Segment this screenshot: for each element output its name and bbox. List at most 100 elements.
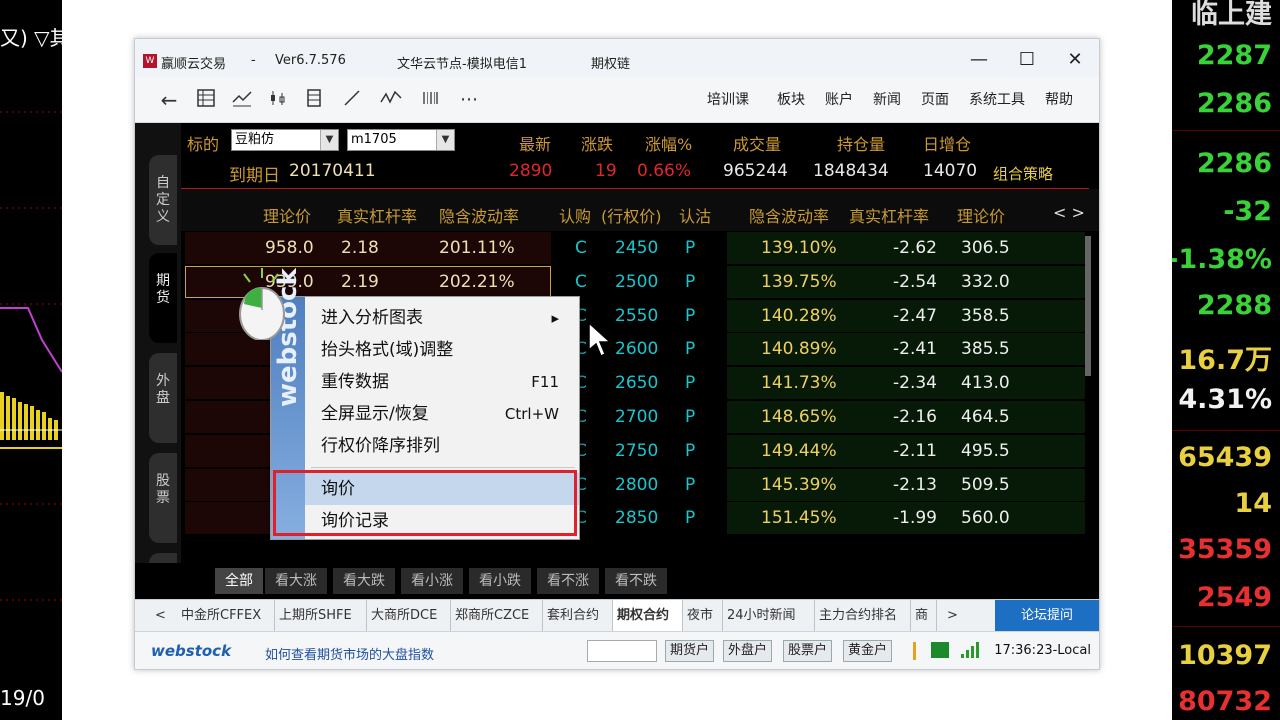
line-chart-icon[interactable] xyxy=(229,88,255,112)
menu-item-strike-descending[interactable]: 行权价降序排列 xyxy=(305,430,579,462)
custom-icon[interactable] xyxy=(301,88,327,112)
table-scrollbar[interactable] xyxy=(1085,236,1091,376)
call-leverage: 2.19 xyxy=(341,272,379,292)
market-tab[interactable]: 上期所SHFE xyxy=(275,600,367,631)
call-marker: C xyxy=(575,272,587,292)
filter-button[interactable]: 看小涨 xyxy=(401,568,463,594)
futures-account-button[interactable]: 期货户 xyxy=(665,640,715,662)
market-tab[interactable]: 期权合约 xyxy=(613,600,683,631)
put-leverage: -2.34 xyxy=(893,373,937,393)
filter-button[interactable]: 看不跌 xyxy=(605,568,667,594)
indicator-icon[interactable] xyxy=(377,88,405,112)
col-leverage-left[interactable]: 真实杠杆率 xyxy=(337,203,417,227)
menu-item-label: 重传数据 xyxy=(321,372,389,392)
table-view-icon[interactable] xyxy=(193,88,219,112)
market-tab[interactable]: 主力合约排名 xyxy=(815,600,911,631)
put-marker: P xyxy=(685,339,696,359)
maximize-button[interactable]: ☐ xyxy=(1007,47,1047,73)
put-leverage: -2.41 xyxy=(893,339,937,359)
target-select[interactable]: 豆粕仿 ▼ xyxy=(231,129,339,151)
draw-line-icon[interactable] xyxy=(339,88,365,112)
menu-account[interactable]: 账户 xyxy=(825,89,853,109)
quote-separator xyxy=(1172,626,1280,627)
vtab-custom[interactable]: 自定义 xyxy=(149,155,177,245)
call-implied-volatility: 201.11% xyxy=(439,238,515,258)
menu-page[interactable]: 页面 xyxy=(921,89,949,109)
gold-account-button[interactable]: 黄金户 xyxy=(843,640,893,662)
tab-scroll-right-button[interactable]: > xyxy=(943,600,962,631)
forum-question-button[interactable]: 论坛提问 xyxy=(995,600,1099,631)
market-tab[interactable]: 商 xyxy=(911,600,937,631)
background-quote-panel: 临上建 2287 2286 2286 -32 -1.38% 2288 16.7万 4.31% 65… xyxy=(1172,0,1280,720)
menu-training[interactable]: 培训课 xyxy=(707,89,749,109)
quote-header-values: 到期日 20170411 2890 19 0.66% 965244 184843… xyxy=(181,153,1099,190)
strike-price: 2650 xyxy=(615,373,659,393)
menu-news[interactable]: 新闻 xyxy=(873,89,901,109)
market-tab[interactable]: 套利合约 xyxy=(543,600,613,631)
put-marker: P xyxy=(685,238,696,258)
col-iv-right[interactable]: 隐含波动率 xyxy=(749,203,829,227)
menu-item-header-format[interactable]: 抬头格式(域)调整 xyxy=(305,334,579,366)
help-hint-link[interactable]: 如何查看期货市场的大盘指数 xyxy=(265,644,434,663)
menu-separator xyxy=(311,467,575,468)
col-call[interactable]: 认购 xyxy=(559,203,591,227)
filter-button[interactable]: 看大跌 xyxy=(333,568,395,594)
market-tab[interactable]: 24小时新闻 xyxy=(723,600,815,631)
menu-system-tools[interactable]: 系统工具 xyxy=(969,89,1025,109)
vtab-overseas[interactable]: 外盘 xyxy=(149,353,177,443)
barcode-icon[interactable] xyxy=(417,88,443,112)
col-leverage-right[interactable]: 真实杠杆率 xyxy=(849,203,929,227)
put-marker: P xyxy=(685,306,696,326)
back-button[interactable]: ← xyxy=(157,88,181,112)
quote-header-labels: 标的 豆粕仿 ▼ m1705 ▼ 最新 涨跌 涨幅% 成交量 持仓量 日增仓 xyxy=(181,123,1099,154)
combo-strategy-link[interactable]: 组合策略 xyxy=(993,163,1053,184)
put-implied-volatility: 141.73% xyxy=(761,373,837,393)
market-tab[interactable]: 大商所DCE xyxy=(367,600,451,631)
change-pct-value: 0.66% xyxy=(637,161,692,181)
column-scroll-arrows[interactable]: < > xyxy=(1053,203,1085,222)
menu-item-reload-data[interactable]: 重传数据 F11 xyxy=(305,366,579,398)
strike-price: 2750 xyxy=(615,441,659,461)
filter-button[interactable]: 看小跌 xyxy=(469,568,531,594)
filter-button[interactable]: 看不涨 xyxy=(537,568,599,594)
col-strike[interactable]: (行权价) xyxy=(601,203,662,227)
volume-value: 965244 xyxy=(723,161,788,181)
put-theoretical-price: 464.5 xyxy=(961,407,1010,427)
quote-value: 35359 xyxy=(1178,534,1272,565)
vtab-futures[interactable]: 期货 xyxy=(149,253,177,343)
app-logo-icon: W xyxy=(143,54,157,68)
market-tab[interactable]: 中金所CFFEX xyxy=(177,600,275,631)
candlestick-icon[interactable] xyxy=(265,88,291,112)
col-theo-right[interactable]: 理论价 xyxy=(957,203,1005,227)
overseas-account-button[interactable]: 外盘户 xyxy=(723,640,773,662)
col-theo-left[interactable]: 理论价 xyxy=(263,203,311,227)
expiry-label: 到期日 xyxy=(229,166,280,186)
put-theoretical-price: 495.5 xyxy=(961,441,1010,461)
tab-scroll-left-button[interactable]: < xyxy=(151,600,170,631)
filter-button[interactable]: 全部 xyxy=(215,568,263,594)
market-tab[interactable]: 夜市 xyxy=(683,600,723,631)
put-leverage: -2.16 xyxy=(893,407,937,427)
put-theoretical-price: 413.0 xyxy=(961,373,1010,393)
menu-item-analysis-chart[interactable]: 进入分析图表 ▸ xyxy=(305,302,579,334)
market-tab[interactable]: 郑商所CZCE xyxy=(451,600,543,631)
vertical-tab-strip: 自定义 期货 外盘 股票 黄金 xyxy=(135,123,181,643)
minimize-button[interactable]: — xyxy=(959,47,999,73)
col-iv-left[interactable]: 隐含波动率 xyxy=(439,203,519,227)
change-pct-label: 涨幅% xyxy=(645,135,693,154)
close-button[interactable]: ✕ xyxy=(1055,47,1095,73)
contract-select[interactable]: m1705 ▼ xyxy=(347,129,455,151)
quote-value: 16.7万 xyxy=(1178,345,1272,376)
stock-account-button[interactable]: 股票户 xyxy=(783,640,833,662)
submenu-arrow-icon: ▸ xyxy=(551,309,559,327)
vtab-stocks[interactable]: 股票 xyxy=(149,453,177,543)
filter-button[interactable]: 看大涨 xyxy=(265,568,327,594)
col-put[interactable]: 认沽 xyxy=(679,203,711,227)
more-icon[interactable]: ⋯ xyxy=(455,88,483,112)
strike-price: 2850 xyxy=(615,508,659,528)
volume-label: 成交量 xyxy=(733,135,782,154)
menu-help[interactable]: 帮助 xyxy=(1045,89,1073,109)
quick-code-input[interactable] xyxy=(587,640,657,662)
menu-item-fullscreen[interactable]: 全屏显示/恢复 Ctrl+W xyxy=(305,398,579,430)
menu-sector[interactable]: 板块 xyxy=(777,89,805,109)
